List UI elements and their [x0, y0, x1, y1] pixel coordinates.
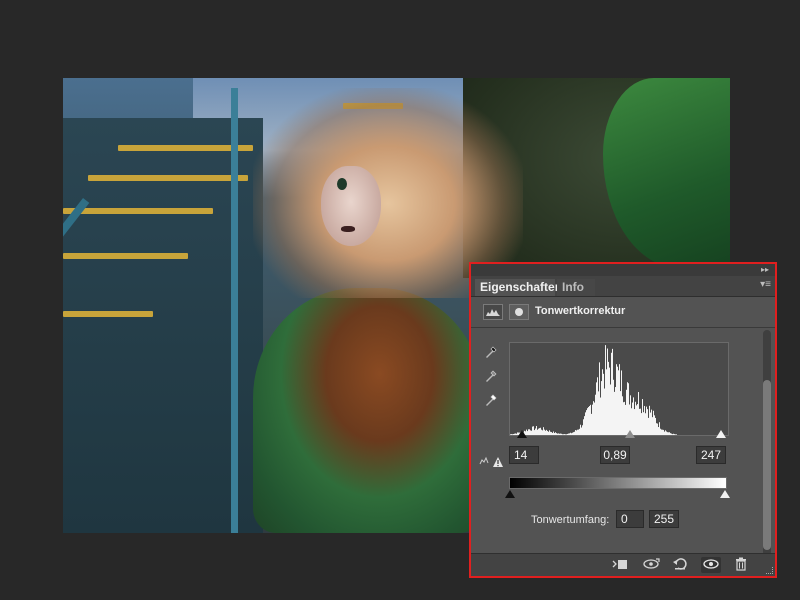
histogram-bar: [596, 382, 597, 435]
input-gamma-field[interactable]: 0,89: [600, 446, 630, 464]
histogram-bar: [615, 387, 616, 435]
histogram-bar: [602, 369, 603, 435]
input-black-field[interactable]: 14: [509, 446, 539, 464]
histogram-graph: [510, 345, 677, 435]
histogram-bar: [610, 384, 611, 435]
histogram-bar: [619, 364, 620, 435]
histogram-bar: [621, 370, 622, 435]
adjustment-header: Tonwertkorrektur: [471, 297, 775, 328]
tab-eigenschaften[interactable]: Eigenschaften: [475, 279, 562, 296]
view-previous-state-icon[interactable]: [641, 557, 661, 573]
panel-titlebar[interactable]: ▸▸: [471, 264, 775, 276]
photo-gem: [337, 178, 347, 190]
properties-panel: ▸▸ Eigenschaften Info ▾≡ Tonwertkorrektu…: [469, 262, 777, 578]
output-black-field[interactable]: 0: [616, 510, 644, 528]
histogram-bar: [613, 379, 614, 435]
white-point-handle[interactable]: [716, 430, 726, 438]
histogram-bar: [614, 391, 615, 435]
histogram-bar: [601, 381, 602, 435]
adjustment-title: Tonwertkorrektur: [535, 305, 626, 317]
histogram-bar: [609, 367, 610, 435]
histogram: [509, 342, 729, 436]
histogram-bar: [628, 383, 629, 435]
histogram-bar: [627, 382, 628, 435]
tab-info[interactable]: Info: [557, 279, 595, 296]
histogram-bar: [616, 364, 617, 435]
histogram-bar: [611, 352, 612, 435]
histogram-bar: [605, 345, 606, 435]
photo-mouth: [341, 226, 355, 232]
output-black-handle[interactable]: [505, 490, 515, 498]
output-levels-slider[interactable]: [505, 490, 731, 500]
histogram-bar: [598, 391, 599, 435]
histogram-bar: [606, 369, 607, 435]
panel-footer: [471, 553, 775, 576]
panel-menu-icon[interactable]: ▾≡: [760, 279, 771, 290]
output-gradient-bar: [509, 477, 727, 489]
histogram-bar: [595, 394, 596, 435]
photo-step: [63, 311, 153, 317]
histogram-bar: [608, 361, 609, 435]
clip-to-layer-icon[interactable]: [610, 557, 630, 573]
histogram-bar: [618, 370, 619, 435]
gray-eyedropper-icon[interactable]: [483, 368, 499, 384]
panel-tabs: Eigenschaften Info ▾≡: [471, 276, 775, 297]
photo-dress: [253, 288, 483, 533]
histogram-icon[interactable]: [483, 304, 503, 320]
black-eyedropper-icon[interactable]: [483, 344, 499, 360]
black-point-handle[interactable]: [517, 430, 527, 438]
histogram-bar: [599, 362, 600, 435]
histogram-bar: [626, 389, 627, 435]
photo-step: [63, 208, 213, 214]
reset-icon[interactable]: [670, 557, 690, 573]
input-white-field[interactable]: 247: [696, 446, 726, 464]
resize-grip[interactable]: [766, 567, 773, 574]
collapse-icon[interactable]: ▸▸: [761, 264, 769, 276]
histogram-bar: [597, 377, 598, 435]
histogram-bar: [607, 348, 608, 435]
photo-step: [88, 175, 248, 181]
white-eyedropper-icon[interactable]: [483, 392, 499, 408]
histogram-bar: [603, 373, 604, 435]
photo-face: [321, 166, 381, 246]
histogram-bar: [604, 388, 605, 435]
input-levels-slider[interactable]: [511, 430, 727, 440]
visibility-icon[interactable]: [701, 557, 721, 573]
trash-icon[interactable]: [731, 557, 751, 573]
mask-icon[interactable]: [509, 304, 529, 320]
output-levels-label: Tonwertumfang:: [531, 514, 610, 526]
histogram-bar: [617, 366, 618, 435]
histogram-bar: [612, 348, 613, 435]
photo-rail: [231, 88, 238, 533]
clipping-warning-icon[interactable]: [479, 452, 503, 468]
gamma-handle[interactable]: [625, 430, 635, 438]
scrollbar-thumb[interactable]: [763, 380, 771, 550]
panel-scrollbar[interactable]: [763, 330, 771, 556]
output-white-handle[interactable]: [720, 490, 730, 498]
output-white-field[interactable]: 255: [649, 510, 679, 528]
photo-step: [63, 253, 188, 259]
histogram-bar: [620, 391, 621, 435]
histogram-bar: [638, 392, 639, 435]
